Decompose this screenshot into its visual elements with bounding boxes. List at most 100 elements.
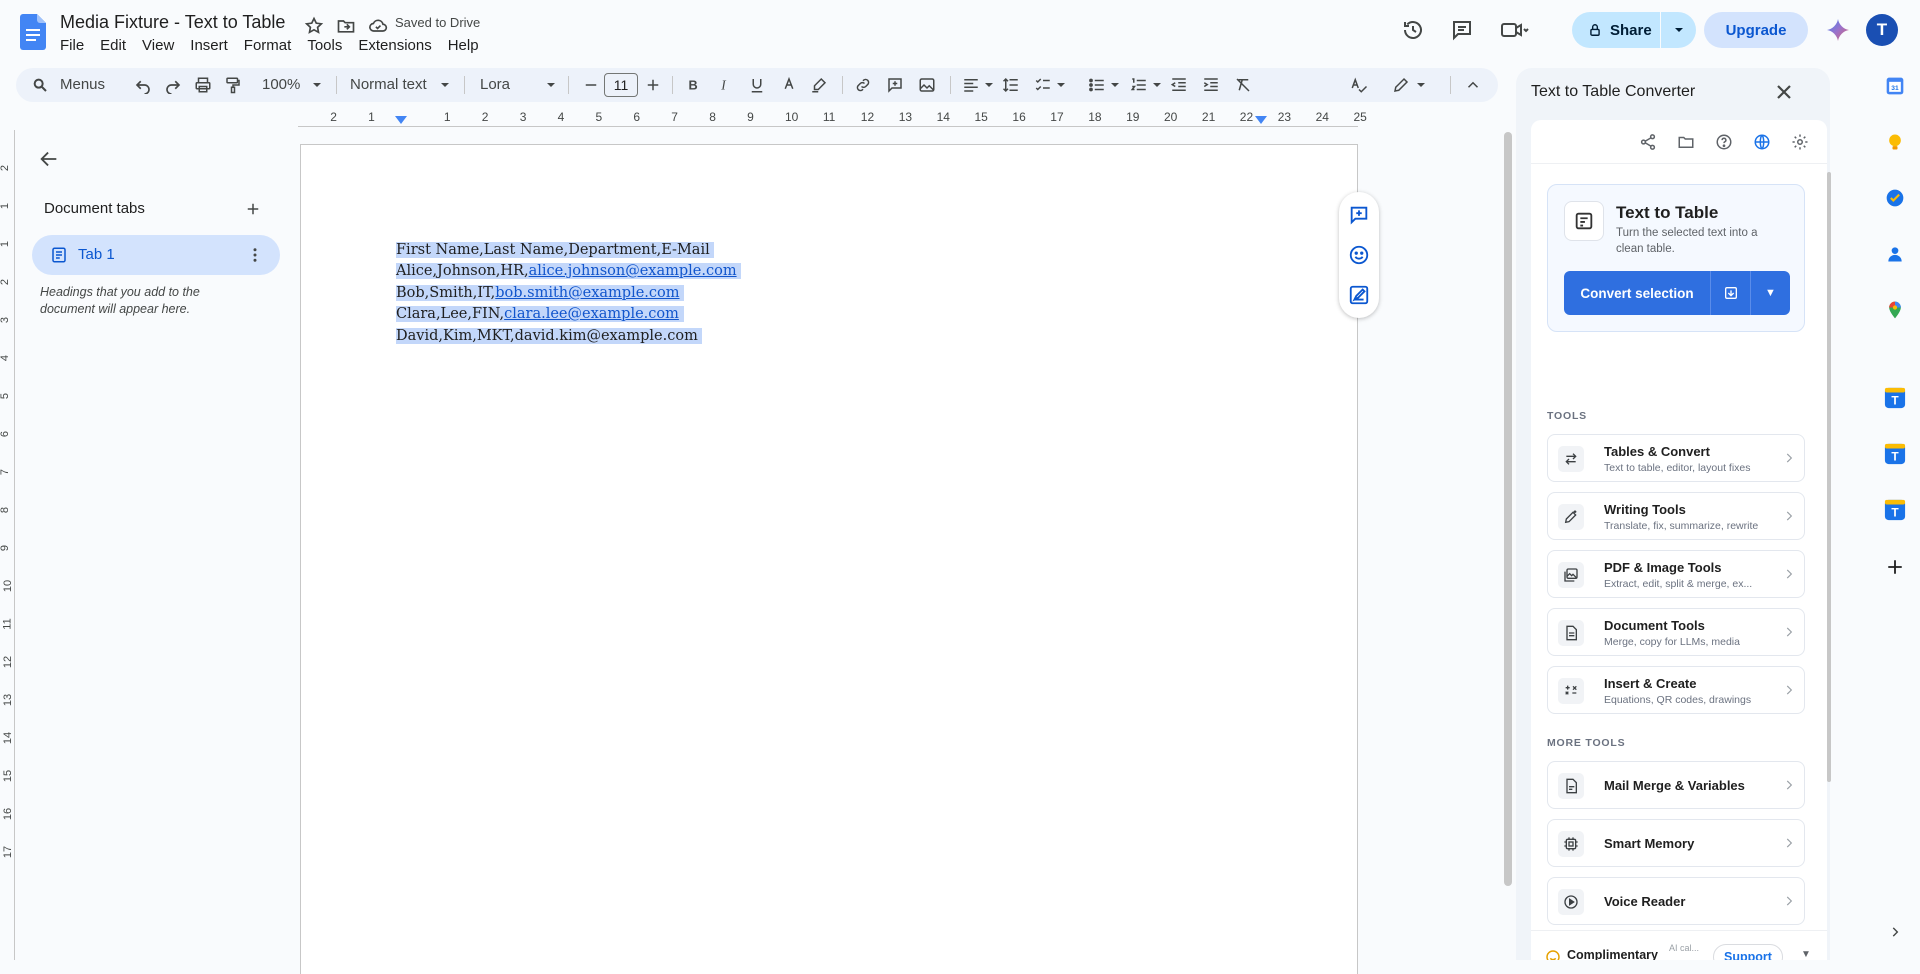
search-menus-field[interactable]: Menus <box>60 76 105 93</box>
decrease-indent-icon[interactable] <box>1170 76 1188 94</box>
add-comment-icon[interactable] <box>886 76 904 94</box>
insert-link-icon[interactable] <box>854 76 872 94</box>
spelling-check-icon[interactable] <box>1350 76 1368 94</box>
text-color-icon[interactable] <box>780 76 798 94</box>
editing-mode-icon[interactable] <box>1392 76 1410 94</box>
contacts-icon[interactable] <box>1883 242 1907 266</box>
google-docs-logo-icon[interactable] <box>20 14 46 50</box>
italic-icon[interactable]: I <box>716 76 734 94</box>
add-tab-icon[interactable] <box>244 200 262 218</box>
menu-view[interactable]: View <box>134 36 182 55</box>
gemini-sparkle-icon[interactable] <box>1826 18 1850 42</box>
addon-scrollbar[interactable] <box>1827 172 1831 782</box>
footer-expand-icon[interactable]: ▼ <box>1801 949 1811 960</box>
search-icon[interactable] <box>32 77 48 93</box>
doc-line-4-link[interactable]: clara.lee@example.com <box>504 306 679 322</box>
share-icon[interactable] <box>1639 133 1657 151</box>
text-to-table-addon-icon-2[interactable]: T <box>1883 442 1907 466</box>
menu-file[interactable]: File <box>52 36 92 55</box>
line-spacing-icon[interactable] <box>1002 76 1020 94</box>
doc-line-1[interactable]: First Name,Last Name,Department,E-Mail <box>396 240 715 261</box>
document-title[interactable]: Media Fixture - Text to Table <box>60 12 285 33</box>
tab-more-options-icon[interactable] <box>246 246 264 264</box>
align-caret-icon[interactable] <box>984 76 994 94</box>
add-comment-icon[interactable] <box>1348 204 1370 226</box>
tab-item-tab-1[interactable]: Tab 1 <box>32 235 280 275</box>
paint-format-icon[interactable] <box>224 76 242 94</box>
paragraph-style-select[interactable]: Normal text <box>350 76 427 93</box>
checklist-icon[interactable] <box>1034 76 1052 94</box>
doc-line-3-link[interactable]: bob.smith@example.com <box>495 285 680 301</box>
mode-caret-icon[interactable] <box>1416 76 1426 94</box>
support-button[interactable]: Support <box>1713 944 1783 960</box>
maps-icon[interactable] <box>1883 298 1907 322</box>
bullets-caret-icon[interactable] <box>1110 76 1120 94</box>
move-folder-icon[interactable] <box>336 16 356 36</box>
calendar-icon[interactable]: 31 <box>1883 74 1907 98</box>
back-arrow-icon[interactable] <box>38 148 60 170</box>
tool-pdf-image-tools[interactable]: PDF & Image Tools Extract, edit, split &… <box>1547 550 1805 598</box>
share-options-button[interactable] <box>1660 12 1696 48</box>
left-indent-marker[interactable] <box>395 116 407 124</box>
tool-insert-create[interactable]: Insert & Create Equations, QR codes, dra… <box>1547 666 1805 714</box>
redo-icon[interactable] <box>164 76 182 94</box>
account-avatar[interactable]: T <box>1866 14 1898 46</box>
comments-icon[interactable] <box>1450 18 1474 42</box>
decrease-font-size-icon[interactable] <box>582 76 600 94</box>
tool-voice-reader[interactable]: Voice Reader <box>1547 877 1805 925</box>
menu-tools[interactable]: Tools <box>299 36 350 55</box>
version-history-icon[interactable] <box>1401 18 1425 42</box>
checklist-caret-icon[interactable] <box>1056 76 1066 94</box>
insert-image-icon[interactable] <box>918 76 936 94</box>
upgrade-button[interactable]: Upgrade <box>1704 12 1808 48</box>
convert-save-button[interactable] <box>1710 271 1750 315</box>
font-size-input[interactable]: 11 <box>604 73 638 97</box>
settings-gear-icon[interactable] <box>1791 133 1809 151</box>
doc-line-3[interactable]: Bob,Smith,IT,bob.smith@example.com <box>396 283 685 304</box>
document-scrollbar[interactable] <box>1504 132 1512 886</box>
doc-line-5[interactable]: David,Kim,MKT,david.kim@example.com <box>396 326 703 347</box>
menu-extensions[interactable]: Extensions <box>350 36 439 55</box>
undo-icon[interactable] <box>134 76 152 94</box>
increase-indent-icon[interactable] <box>1202 76 1220 94</box>
clear-formatting-icon[interactable] <box>1234 76 1252 94</box>
underline-icon[interactable] <box>748 76 766 94</box>
add-emoji-reaction-icon[interactable] <box>1348 244 1370 266</box>
print-icon[interactable] <box>194 76 212 94</box>
tasks-icon[interactable] <box>1883 186 1907 210</box>
collapse-menus-icon[interactable] <box>1464 76 1482 94</box>
font-family-select[interactable]: Lora <box>480 76 510 93</box>
text-to-table-addon-icon[interactable]: T <box>1883 386 1907 410</box>
tool-smart-memory[interactable]: Smart Memory <box>1547 819 1805 867</box>
align-left-icon[interactable] <box>962 76 980 94</box>
tool-writing-tools[interactable]: Writing Tools Translate, fix, summarize,… <box>1547 492 1805 540</box>
convert-options-button[interactable]: ▼ <box>1750 271 1790 315</box>
numbered-list-icon[interactable] <box>1130 76 1148 94</box>
suggest-edits-icon[interactable] <box>1348 284 1370 306</box>
bold-icon[interactable]: B <box>684 76 702 94</box>
expand-panel-chevron-icon[interactable] <box>1883 920 1907 944</box>
numbering-caret-icon[interactable] <box>1152 76 1162 94</box>
right-indent-marker[interactable] <box>1255 116 1267 124</box>
folder-icon[interactable] <box>1677 133 1695 151</box>
menu-help[interactable]: Help <box>440 36 487 55</box>
zoom-select[interactable]: 100% <box>262 76 300 93</box>
tool-mail-merge-variables[interactable]: Mail Merge & Variables <box>1547 761 1805 809</box>
cloud-saved-icon[interactable] <box>368 16 388 36</box>
menu-insert[interactable]: Insert <box>182 36 236 55</box>
bulleted-list-icon[interactable] <box>1088 76 1106 94</box>
menu-format[interactable]: Format <box>236 36 300 55</box>
increase-font-size-icon[interactable] <box>644 76 662 94</box>
close-icon[interactable] <box>1772 80 1796 104</box>
keep-icon[interactable] <box>1883 130 1907 154</box>
get-addons-plus-icon[interactable] <box>1883 555 1907 579</box>
star-icon[interactable] <box>304 16 324 36</box>
doc-line-2[interactable]: Alice,Johnson,HR,alice.johnson@example.c… <box>396 261 742 282</box>
menu-edit[interactable]: Edit <box>92 36 134 55</box>
meet-camera-icon[interactable] <box>1500 18 1530 42</box>
doc-line-2-link[interactable]: alice.johnson@example.com <box>528 263 737 279</box>
text-to-table-addon-icon-3[interactable]: T <box>1883 498 1907 522</box>
language-globe-icon[interactable] <box>1753 133 1771 151</box>
help-icon[interactable] <box>1715 133 1733 151</box>
doc-line-4[interactable]: Clara,Lee,FIN,clara.lee@example.com <box>396 304 684 325</box>
